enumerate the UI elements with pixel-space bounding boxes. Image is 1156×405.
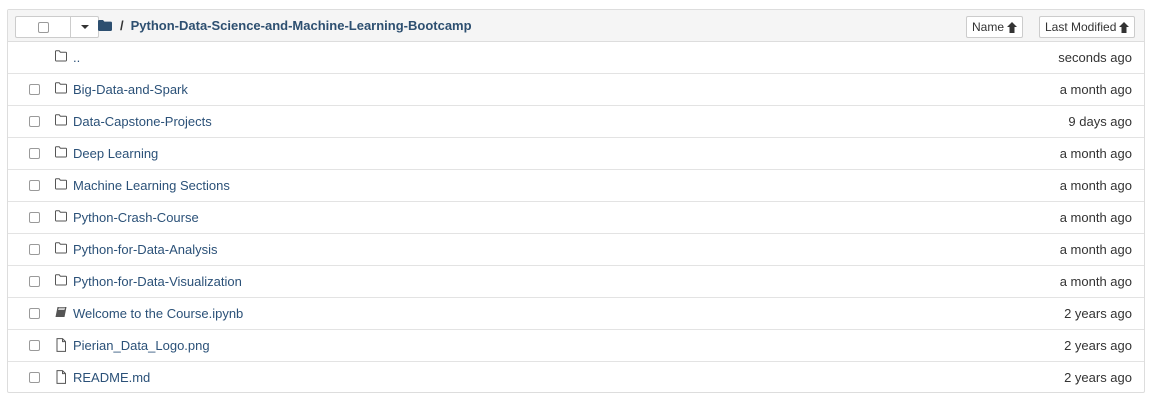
item-name-link[interactable]: Python-Crash-Course — [73, 202, 199, 233]
item-modified-time: a month ago — [1059, 82, 1132, 97]
item-checkbox[interactable] — [29, 276, 40, 287]
list-item[interactable]: Machine Learning Sections a month ago — [8, 170, 1144, 202]
item-checkbox[interactable] — [29, 180, 40, 191]
notebook-icon — [54, 306, 68, 320]
item-checkbox[interactable] — [29, 372, 40, 383]
chevron-down-icon — [80, 25, 89, 29]
item-checkbox[interactable] — [29, 148, 40, 159]
item-name-link[interactable]: Pierian_Data_Logo.png — [73, 330, 210, 361]
item-modified-time: 2 years ago — [1064, 338, 1132, 353]
folder-icon — [54, 242, 68, 256]
item-checkbox[interactable] — [29, 116, 40, 127]
folder-icon — [54, 210, 68, 224]
item-modified-time: seconds ago — [1058, 50, 1132, 65]
item-name-link[interactable]: README.md — [73, 362, 150, 393]
sort-by-name-button[interactable]: Name — [966, 16, 1024, 38]
list-item[interactable]: README.md 2 years ago — [8, 362, 1144, 394]
item-checkbox[interactable] — [29, 212, 40, 223]
file-list-header: / Python-Data-Science-and-Machine-Learni… — [8, 10, 1144, 42]
item-modified-time: 2 years ago — [1064, 306, 1132, 321]
breadcrumb: / Python-Data-Science-and-Machine-Learni… — [98, 10, 472, 41]
folder-icon — [54, 146, 68, 160]
list-item[interactable]: Big-Data-and-Spark a month ago — [8, 74, 1144, 106]
item-modified-time: a month ago — [1059, 242, 1132, 257]
item-name-link[interactable]: Data-Capstone-Projects — [73, 106, 212, 137]
item-checkbox[interactable] — [29, 308, 40, 319]
sort-by-modified-label: Last Modified — [1045, 20, 1117, 34]
item-checkbox[interactable] — [29, 244, 40, 255]
sort-by-modified-button[interactable]: Last Modified — [1039, 16, 1136, 38]
select-all-checkbox[interactable] — [37, 21, 49, 33]
item-name-link[interactable]: .. — [73, 42, 80, 73]
folder-icon — [54, 114, 68, 128]
item-name-link[interactable]: Big-Data-and-Spark — [73, 74, 188, 105]
folder-icon — [54, 82, 68, 96]
folder-icon[interactable] — [98, 20, 112, 31]
file-browser-panel: / Python-Data-Science-and-Machine-Learni… — [7, 9, 1145, 393]
list-item[interactable]: Python-for-Data-Visualization a month ag… — [8, 266, 1144, 298]
item-modified-time: a month ago — [1059, 146, 1132, 161]
item-name-link[interactable]: Python-for-Data-Visualization — [73, 266, 242, 297]
file-icon — [54, 370, 68, 384]
list-item[interactable]: Data-Capstone-Projects 9 days ago — [8, 106, 1144, 138]
item-checkbox[interactable] — [29, 340, 40, 351]
item-modified-time: 2 years ago — [1064, 370, 1132, 385]
list-item[interactable]: Pierian_Data_Logo.png 2 years ago — [8, 330, 1144, 362]
file-list: .. seconds ago Big-Data-and-Spark a mont… — [8, 42, 1144, 394]
list-item[interactable]: Python-Crash-Course a month ago — [8, 202, 1144, 234]
list-item[interactable]: Python-for-Data-Analysis a month ago — [8, 234, 1144, 266]
list-item-parent-dir[interactable]: .. seconds ago — [8, 42, 1144, 74]
folder-icon — [54, 274, 68, 288]
folder-icon — [54, 50, 68, 64]
file-icon — [54, 338, 68, 352]
breadcrumb-separator: / — [120, 18, 124, 33]
item-name-link[interactable]: Welcome to the Course.ipynb — [73, 298, 243, 329]
select-all-dropdown[interactable] — [15, 16, 99, 38]
list-item[interactable]: Welcome to the Course.ipynb 2 years ago — [8, 298, 1144, 330]
item-name-link[interactable]: Python-for-Data-Analysis — [73, 234, 218, 265]
arrow-up-icon — [1007, 21, 1018, 33]
item-checkbox[interactable] — [29, 84, 40, 95]
folder-icon — [54, 178, 68, 192]
item-modified-time: a month ago — [1059, 210, 1132, 225]
select-all-checkbox-wrap[interactable] — [16, 17, 71, 37]
select-menu-toggle[interactable] — [71, 17, 98, 37]
item-modified-time: a month ago — [1059, 178, 1132, 193]
list-item[interactable]: Deep Learning a month ago — [8, 138, 1144, 170]
arrow-up-icon — [1119, 21, 1130, 33]
sort-by-name-label: Name — [972, 20, 1005, 34]
item-name-link[interactable]: Machine Learning Sections — [73, 170, 230, 201]
breadcrumb-current-path[interactable]: Python-Data-Science-and-Machine-Learning… — [131, 18, 472, 33]
item-name-link[interactable]: Deep Learning — [73, 138, 158, 169]
item-modified-time: a month ago — [1059, 274, 1132, 289]
item-modified-time: 9 days ago — [1068, 114, 1132, 129]
